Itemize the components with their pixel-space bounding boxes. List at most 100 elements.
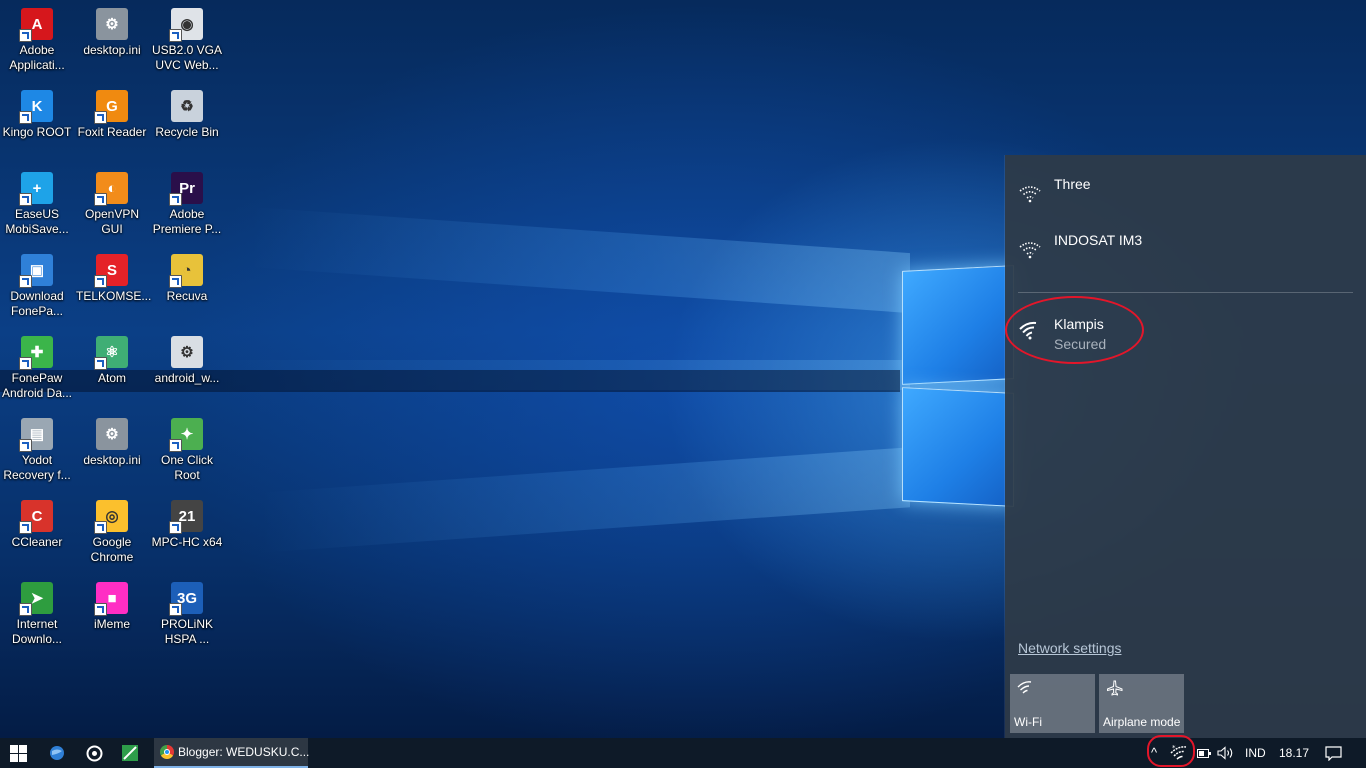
shortcut-arrow-icon (94, 275, 107, 288)
tray-battery-button[interactable] (1194, 738, 1214, 768)
desktop-icon-label: OpenVPN GUI (84, 207, 140, 236)
android-file-icon: ⚙ (171, 336, 203, 368)
easeus-mobisaver-icon: + (19, 172, 53, 206)
network-item-indosat[interactable]: INDOSAT IM3 (1005, 211, 1366, 263)
desktop-icon[interactable]: G Foxit Reader (76, 90, 148, 140)
shortcut-arrow-icon (19, 111, 32, 124)
light-beam (260, 447, 910, 553)
battery-icon (1197, 748, 1211, 758)
network-settings-link[interactable]: Network settings (1018, 640, 1121, 656)
desktop-icon[interactable]: ◐ OpenVPN GUI (76, 172, 148, 237)
ccleaner-icon: C (19, 500, 53, 534)
desktop-icon[interactable]: 21 MPC-HC x64 (151, 500, 223, 550)
taskbar-pinned-media[interactable] (80, 738, 108, 768)
internet-download-manager-icon: ➤ (19, 582, 53, 616)
desktop-icon[interactable]: ✦ One Click Root (151, 418, 223, 483)
desktop-icon[interactable]: ▤ Yodot Recovery f... (1, 418, 73, 483)
desktop-icon[interactable]: ⚙ desktop.ini (76, 418, 148, 468)
shortcut-arrow-icon (94, 357, 107, 370)
windows-logo-icon (9, 744, 27, 762)
wifi-signal-icon (1019, 242, 1041, 259)
taskbar-pinned-browser[interactable] (44, 738, 70, 768)
desktop-icon-label: MPC-HC x64 (151, 535, 223, 549)
adobe-application-manager-icon: A (19, 8, 53, 42)
desktop-icon[interactable]: ⚛ Atom (76, 336, 148, 386)
desktop-icon[interactable]: ◔ Recuva (151, 254, 223, 304)
shortcut-arrow-icon (169, 29, 182, 42)
desktop-icon-label: Kingo ROOT (2, 125, 72, 139)
shortcut-arrow-icon (169, 275, 182, 288)
fonepaw-android-icon: ✚ (19, 336, 53, 370)
desktop-icon-label: android_w... (154, 371, 220, 385)
network-flyout: Three INDOSAT IM3 Klampis Secured Networ… (1005, 155, 1366, 738)
shortcut-arrow-icon (94, 521, 107, 534)
light-beam (250, 206, 910, 314)
tray-volume-button[interactable] (1215, 738, 1237, 768)
network-item-three[interactable]: Three (1005, 155, 1366, 207)
desktop-icon[interactable]: ➤ Internet Downlo... (1, 582, 73, 647)
wifi-tray-icon: * (1170, 744, 1187, 760)
desktop-icon[interactable]: K Kingo ROOT (1, 90, 73, 140)
desktop-icon-label: Download FonePa... (10, 289, 64, 318)
desktop-icon-label: desktop.ini (83, 43, 141, 57)
browser-globe-icon (50, 746, 64, 760)
clock-time[interactable]: 18.17 (1279, 738, 1309, 768)
desktop-icon-label: CCleaner (11, 535, 63, 549)
shortcut-arrow-icon (19, 275, 32, 288)
media-disc-icon (86, 745, 102, 761)
shortcut-arrow-icon (94, 111, 107, 124)
desktop-icon-label: desktop.ini (83, 453, 141, 467)
shortcut-arrow-icon (19, 439, 32, 452)
desktop-icon[interactable]: 3G PROLiNK HSPA ... (151, 582, 223, 647)
desktop-icon-label: EaseUS MobiSave... (5, 207, 69, 236)
desktop-icon-label: Recycle Bin (155, 125, 219, 139)
desktop-icon[interactable]: ✚ FonePaw Android Da... (1, 336, 73, 401)
shortcut-arrow-icon (19, 29, 32, 42)
foxit-reader-icon: G (94, 90, 128, 124)
desktop-icon[interactable]: + EaseUS MobiSave... (1, 172, 73, 237)
windows-logo-pane (902, 265, 1014, 385)
one-click-root-icon: ✦ (169, 418, 203, 452)
desktop-icon[interactable]: S TELKOMSE... (76, 254, 152, 304)
show-hidden-icons-chevron[interactable]: ^ (1151, 738, 1157, 768)
tile-label: Wi-Fi (1014, 715, 1042, 729)
desktop-icon[interactable]: A Adobe Applicati... (1, 8, 73, 73)
desktop-icon-label: One Click Root (160, 453, 213, 482)
desktop-icon[interactable]: ■ iMeme (76, 582, 148, 632)
desktop-icon-label: TELKOMSE... (76, 289, 152, 303)
shortcut-arrow-icon (19, 521, 32, 534)
desktop-icon-label: Google Chrome (90, 535, 134, 564)
desktop-icon[interactable]: ◉ USB2.0 VGA UVC Web... (151, 8, 223, 73)
desktop-icon[interactable]: ♻ Recycle Bin (151, 90, 223, 140)
desktop-icon[interactable]: ⚙ desktop.ini (76, 8, 148, 58)
tray-network-button[interactable]: * (1166, 738, 1192, 768)
adobe-premiere-icon: Pr (169, 172, 203, 206)
openvpn-icon: ◐ (94, 172, 128, 206)
wifi-toggle-tile[interactable]: Wi-Fi (1010, 674, 1095, 733)
action-center-button[interactable] (1320, 738, 1346, 768)
desktop-icon[interactable]: ⚙ android_w... (151, 336, 223, 386)
imeme-icon: ■ (94, 582, 128, 616)
desktop-icon[interactable]: Pr Adobe Premiere P... (151, 172, 223, 237)
desktop-icon-label: Adobe Premiere P... (152, 207, 222, 236)
notification-icon (1324, 745, 1342, 761)
shortcut-arrow-icon (169, 193, 182, 206)
taskbar: Blogger: WEDUSKU.C... ^ * IND 18.17 (0, 738, 1366, 768)
taskbar-pinned-app[interactable] (116, 738, 144, 768)
start-button[interactable] (0, 738, 36, 768)
mpc-hc-icon: 21 (169, 500, 203, 534)
desktop-icon-label: Atom (97, 371, 126, 385)
shortcut-arrow-icon (19, 603, 32, 616)
desktop-icon[interactable]: ◎ Google Chrome (76, 500, 148, 565)
input-language-indicator[interactable]: IND (1245, 738, 1266, 768)
taskbar-open-app-chrome[interactable]: Blogger: WEDUSKU.C... (154, 738, 310, 768)
desktop-icon[interactable]: ▣ Download FonePa... (1, 254, 73, 319)
network-name: Three (1054, 176, 1091, 192)
settings-file-icon: ⚙ (96, 418, 128, 450)
wifi-signal-icon (1019, 186, 1041, 203)
airplane-mode-tile[interactable]: Airplane mode (1099, 674, 1184, 733)
highlight-annotation-circle (1005, 296, 1144, 364)
taskbar-app-title: Blogger: WEDUSKU.C... (178, 745, 310, 759)
yodot-recovery-icon: ▤ (19, 418, 53, 452)
desktop-icon[interactable]: C CCleaner (1, 500, 73, 550)
